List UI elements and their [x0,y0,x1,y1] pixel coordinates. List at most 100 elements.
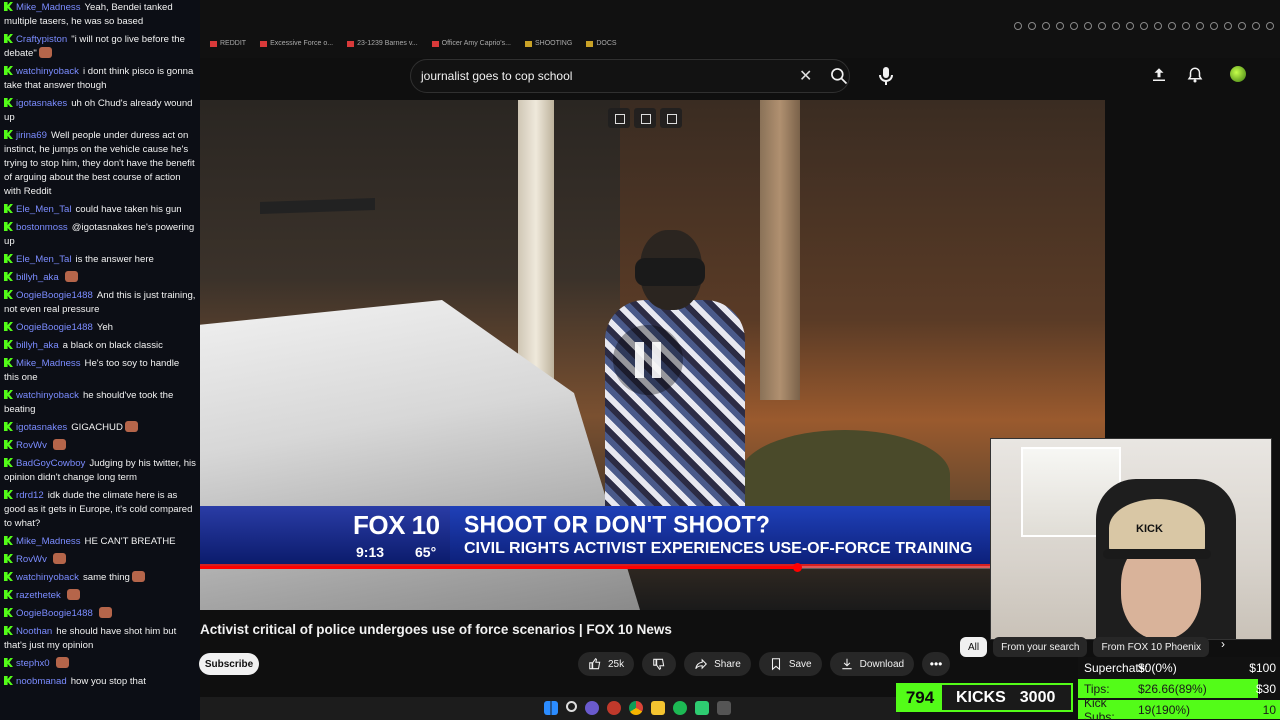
extension-icon[interactable] [1224,22,1232,30]
extension-icon[interactable] [1168,22,1176,30]
dislike-button[interactable] [642,652,677,676]
chat-username[interactable]: jirina69 [16,130,47,141]
news-lower-third: FOX 10 9:13 65° SHOOT OR DON'T SHOOT? CI… [200,506,990,568]
save-button[interactable]: Save [758,652,822,676]
bookmark-item[interactable]: REDDIT [210,40,246,47]
extension-icon[interactable] [1182,22,1190,30]
app-icon[interactable] [695,701,709,715]
search-input[interactable]: journalist goes to cop school [421,69,849,83]
clear-search-icon[interactable]: ✕ [799,66,812,86]
notifications-bell-icon[interactable] [1186,65,1204,85]
extension-icon[interactable] [1266,22,1274,30]
more-actions-button[interactable]: ••• [922,652,951,676]
chat-username[interactable]: rdrd12 [16,490,44,501]
skip-next-icon[interactable] [660,108,682,128]
chat-username[interactable]: OogieBoogie1488 [16,608,93,619]
video-progress-bar[interactable] [200,563,1105,572]
bookmark-item[interactable]: Officer Amy Caprio's... [431,40,511,47]
windows-start-icon[interactable] [544,701,558,715]
extension-icon[interactable] [1084,22,1092,30]
chat-username[interactable]: bostonmoss [16,222,68,233]
chip-from-your-search[interactable]: From your search [993,637,1088,657]
account-avatar[interactable] [1230,66,1246,82]
search-icon[interactable] [829,66,849,86]
goal-row: Kick Subs: 19(190%) 10 [1078,696,1280,720]
bookmark-item[interactable]: DOCS [586,40,617,47]
video-scene-pillar [760,100,800,400]
folder-icon [524,40,532,47]
chip-from-channel[interactable]: From FOX 10 Phoenix [1093,637,1209,657]
pause-icon[interactable] [613,325,683,395]
subscribe-button[interactable]: Subscribe [199,653,259,675]
kick-badge-icon [4,490,13,499]
chat-username[interactable]: OogieBoogie1488 [16,290,93,301]
chat-username[interactable]: billyh_aka [16,272,59,283]
chat-username[interactable]: RovWv [16,554,47,565]
extension-icon[interactable] [1196,22,1204,30]
extension-icon[interactable] [1210,22,1218,30]
app-icon[interactable] [717,701,731,715]
extension-icon[interactable] [1154,22,1162,30]
extension-icon[interactable] [1098,22,1106,30]
chat-username[interactable]: Ele_Men_Tal [16,204,71,215]
chevron-right-icon[interactable]: › [1215,637,1231,657]
app-icon[interactable] [585,701,599,715]
download-button[interactable]: Download [829,652,915,676]
chat-username[interactable]: stephx0 [16,658,50,669]
kick-badge-icon [4,554,13,563]
chat-username[interactable]: razethetek [16,590,61,601]
microphone-icon[interactable] [874,64,898,88]
kick-badge-icon [4,254,13,263]
extension-icon[interactable] [1126,22,1134,30]
file-explorer-icon[interactable] [651,701,665,715]
chat-username[interactable]: billyh_aka [16,340,59,351]
extension-icon[interactable] [1112,22,1120,30]
app-icon[interactable] [607,701,621,715]
goal-value: $0(0%) [1138,660,1177,675]
extension-icon[interactable] [1070,22,1078,30]
extension-icon[interactable] [1014,22,1022,30]
chat-username[interactable]: watchinyoback [16,66,79,77]
chat-username[interactable]: Craftypiston [16,34,67,45]
kick-badge-icon [4,676,13,685]
chat-username[interactable]: RovWv [16,440,47,451]
chat-username[interactable]: watchinyoback [16,572,79,583]
bookmark-item[interactable]: 23-1239 Barnes v... [347,40,418,47]
chat-text: is the answer here [75,254,154,265]
video-player[interactable]: FOX 10 9:13 65° SHOOT OR DON'T SHOOT? CI… [200,100,1105,610]
bookmark-item[interactable]: SHOOTING [524,40,572,47]
chat-username[interactable]: Mike_Madness [16,2,81,13]
like-button[interactable]: 25k [578,652,635,676]
search-box[interactable]: journalist goes to cop school ✕ [410,59,850,93]
extension-icon[interactable] [1056,22,1064,30]
video-scrubber-handle[interactable] [793,563,803,572]
chat-username[interactable]: igotasnakes [16,98,67,109]
donation-goals: Superchats: $0(0%) $100 Tips: $26.66(89%) $30… [1078,657,1280,720]
chrome-icon[interactable] [629,701,643,715]
chat-username[interactable]: watchinyoback [16,390,79,401]
spotify-icon[interactable] [673,701,687,715]
chat-username[interactable]: Mike_Madness [16,358,81,369]
chat-username[interactable]: OogieBoogie1488 [16,322,93,333]
chat-username[interactable]: Mike_Madness [16,536,81,547]
chat-username[interactable]: BadGoyCowboy [16,458,85,469]
extension-icon[interactable] [1042,22,1050,30]
share-button[interactable]: Share [684,652,751,676]
extension-icon[interactable] [1238,22,1246,30]
chat-username[interactable]: igotasnakes [16,422,67,433]
upload-icon[interactable] [1150,66,1168,84]
popout-icon[interactable] [634,108,656,128]
share-label: Share [714,658,741,670]
chat-username[interactable]: Noothan [16,626,52,637]
chip-all[interactable]: All [960,637,988,657]
chat-username[interactable]: noobmanad [16,676,67,687]
chat-username[interactable]: Ele_Men_Tal [16,254,71,265]
extension-icon[interactable] [1140,22,1148,30]
bookmark-item[interactable]: Excessive Force o... [260,40,333,47]
miniplayer-icon[interactable] [608,108,630,128]
extension-icon[interactable] [1252,22,1260,30]
taskbar-search-icon[interactable] [566,701,577,712]
chat-text: same thing [82,572,130,583]
kick-badge-icon [4,658,13,667]
extension-icon[interactable] [1028,22,1036,30]
